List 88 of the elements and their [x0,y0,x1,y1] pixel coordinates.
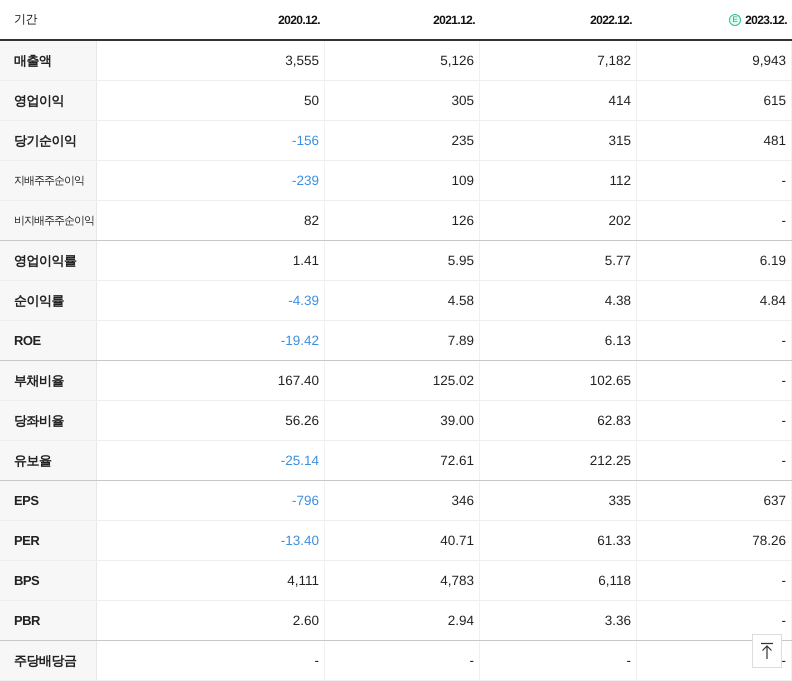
row-label: EPS [14,493,39,508]
table-cell: 56.26 [285,413,319,428]
table-cell: 346 [451,493,474,508]
table-cell: 2.60 [292,613,319,628]
row-label: 영업이익률 [14,252,76,270]
table-cell: 112 [609,173,631,188]
row-label: BPS [14,573,40,588]
table-cell: 4,783 [440,573,474,588]
table-cell: 315 [608,133,631,148]
table-cell: - [626,653,631,668]
table-cell: 62.83 [597,413,631,428]
table-cell: - [782,453,786,468]
table-cell: - [782,373,786,388]
table-cell: -796 [292,493,319,508]
row-label: ROE [14,333,41,348]
row-label: 유보율 [14,452,52,470]
table-cell: 50 [304,93,319,108]
table-cell: 6.19 [760,253,786,268]
table-cell: 615 [763,93,786,108]
row-header-label: 기간 [14,11,37,28]
table-cell: 6,118 [598,573,631,588]
table-cell: 6.13 [604,333,631,348]
row-label: 당기순이익 [14,132,76,150]
table-cell: 125.02 [432,373,474,388]
table-cell: 335 [608,493,631,508]
table-cell: 72.61 [440,453,474,468]
table-cell: 2.94 [448,613,474,628]
column-header: 2023.12. [745,12,787,26]
table-cell: - [782,413,786,428]
table-cell: 40.71 [440,533,474,548]
table-cell: 39.00 [440,413,474,428]
table-cell: 212.25 [590,453,631,468]
scroll-to-top-button[interactable] [752,634,782,668]
table-cell: 167.40 [278,373,319,388]
row-label: 부채비율 [14,372,64,390]
table-cell: 1.41 [292,253,319,268]
table-cell: 414 [608,93,631,108]
table-cell: 61.33 [597,533,631,548]
row-label: 비지배주주순이익 [14,214,94,228]
table-cell: 305 [451,93,474,108]
row-label: 주당배당금 [14,652,76,670]
table-cell: 4.58 [448,293,474,308]
table-cell: 7,182 [597,53,631,68]
row-label: 지배주주순이익 [14,174,84,188]
estimate-badge: E [729,14,742,26]
table-cell: - [314,653,319,668]
table-cell: 126 [451,213,474,228]
table-cell: 109 [451,173,474,188]
row-label: 영업이익 [14,92,64,110]
table-cell: - [470,653,474,668]
table-cell: 202 [608,213,631,228]
table-cell: 4,111 [287,573,319,588]
table-cell: 4.84 [760,293,786,308]
table-cell: - [782,333,786,348]
table-cell: 3,555 [285,53,319,68]
table-cell: 5.77 [604,253,631,268]
table-cell: -156 [292,133,319,148]
arrow-up-icon [760,642,774,660]
table-cell: 9,943 [752,53,786,68]
table-cell: 4.38 [604,293,631,308]
table-cell: 102.65 [590,373,631,388]
table-cell: 3.36 [604,613,631,628]
table-cell: 481 [763,133,786,148]
table-cell: 5,126 [440,53,474,68]
row-label: 매출액 [14,52,52,70]
table-cell: - [782,653,786,668]
row-label: PER [14,533,40,548]
table-cell: -25.14 [280,453,319,468]
table-cell: - [782,213,786,228]
table-cell: - [782,173,786,188]
table-cell: 235 [451,133,474,148]
table-cell: -4.39 [288,293,319,308]
table-cell: 78.26 [752,533,786,548]
table-cell: -19.42 [280,333,319,348]
row-label: 순이익률 [14,292,64,310]
table-cell: 637 [763,493,786,508]
table-cell: -13.40 [280,533,319,548]
table-cell: 82 [304,213,319,228]
column-header: 2022.12. [590,12,632,26]
column-header: 2021.12. [433,12,475,26]
column-header: 2020.12. [278,12,320,26]
table-cell: - [782,573,786,588]
row-label: 당좌비율 [14,412,64,430]
table-cell: - [782,613,786,628]
table-cell: 7.89 [448,333,474,348]
row-label: PBR [14,613,40,628]
table-cell: 5.95 [448,253,474,268]
table-cell: -239 [292,173,319,188]
